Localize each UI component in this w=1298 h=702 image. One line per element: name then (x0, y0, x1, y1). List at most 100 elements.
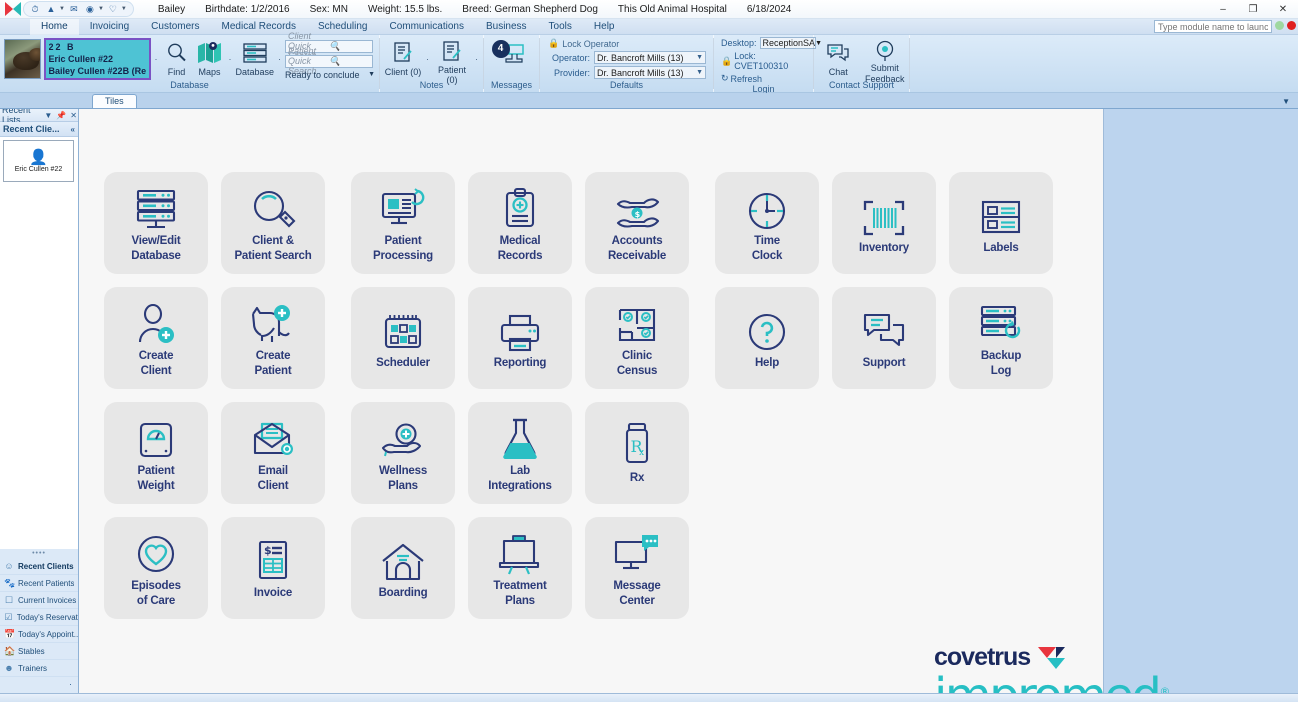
tile-patient-weight[interactable]: Patient Weight (104, 402, 208, 504)
tile-time-clock[interactable]: Time Clock (715, 172, 819, 274)
status-dropdown[interactable]: Ready to conclude ▼ (285, 70, 375, 80)
tile-support[interactable]: Support (832, 287, 936, 389)
dock-nav-todays-reservations[interactable]: ☑ Today's Reservati... (0, 609, 78, 626)
find-button[interactable]: Find (162, 38, 192, 80)
tile-lab-integrations[interactable]: Lab Integrations (468, 402, 572, 504)
operator-chevron-down-icon[interactable]: ▼ (696, 54, 703, 61)
dock-nav-trainers[interactable]: ☻ Trainers (0, 660, 78, 677)
tile-scheduler[interactable]: Scheduler (351, 287, 455, 389)
module-launch-input[interactable] (1154, 20, 1272, 33)
pill-icon[interactable]: ◉ (83, 2, 97, 16)
database-button[interactable]: Database (235, 38, 274, 80)
favorite-icon[interactable]: ♡ (106, 2, 120, 16)
dock-nav-current-invoices[interactable]: ☐ Current Invoices (0, 592, 78, 609)
messages-button[interactable]: 4 (489, 38, 535, 80)
lock-operator-label: Lock Operator (562, 38, 620, 49)
tile-medical-records[interactable]: Medical Records (468, 172, 572, 274)
menu-item-help[interactable]: Help (583, 19, 626, 35)
quick-access-toolbar[interactable]: ⏱ ▲ ▼ ✉ ◉ ▼ ♡ ▼ (23, 1, 134, 17)
tile-boarding[interactable]: Boarding (351, 517, 455, 619)
tile-rx[interactable]: R x Rx (585, 402, 689, 504)
maps-button[interactable]: Maps (195, 38, 225, 80)
tile-label-line1: Help (754, 356, 780, 369)
dock-chevron-down-icon[interactable]: ▼ (43, 111, 53, 120)
list-item[interactable]: 👤 Eric Cullen #22 (3, 140, 74, 182)
dock-nav-todays-appointments[interactable]: 📅 Today's Appoint... (0, 626, 78, 643)
menu-item-home[interactable]: Home (30, 18, 79, 35)
print-icon[interactable]: ▲ (44, 2, 58, 16)
client-person-icon: 👤 (29, 148, 48, 166)
barcode-icon (861, 190, 907, 240)
separator-dot-icon: · (154, 53, 158, 64)
menu-item-invoicing[interactable]: Invoicing (79, 19, 140, 35)
menu-item-tools[interactable]: Tools (538, 19, 583, 35)
tile-group-a: View/Edit Database Client & Patient Sear… (104, 172, 325, 619)
tile-treatment-plans[interactable]: Treatment Plans (468, 517, 572, 619)
provider-select[interactable]: Dr. Bancroft Mills (13) ▼ (594, 66, 706, 79)
patient-search-magnifier-icon[interactable]: 🔍 (329, 56, 370, 67)
tile-row: Time Clock Inventory Labels (715, 172, 1053, 274)
close-button[interactable]: ✕ (1268, 0, 1298, 19)
menu-item-customers[interactable]: Customers (140, 19, 210, 35)
print-caret-icon[interactable]: ▼ (59, 6, 65, 12)
tile-labels[interactable]: Labels (949, 172, 1053, 274)
tile-clinic-census[interactable]: Clinic Census (585, 287, 689, 389)
lock-operator-toggle[interactable]: 🔒 Lock Operator (548, 38, 619, 49)
dock-nav-stables[interactable]: 🏠 Stables (0, 643, 78, 660)
email-icon[interactable]: ✉ (67, 2, 81, 16)
tile-help[interactable]: Help (715, 287, 819, 389)
dock-close-icon[interactable]: ✕ (69, 111, 78, 120)
pill-caret-icon[interactable]: ▼ (98, 6, 104, 12)
tile-reporting[interactable]: Reporting (468, 287, 572, 389)
active-client-card[interactable]: 22 B Eric Cullen #22 Bailey Cullen #22B … (43, 37, 151, 80)
dock-pin-icon[interactable]: 📌 (55, 111, 67, 120)
tile-label-line1: Patient (384, 235, 422, 247)
tile-create-patient[interactable]: Create Patient (221, 287, 325, 389)
separator-dot-icon-2: · (228, 53, 232, 64)
provider-chevron-down-icon[interactable]: ▼ (696, 69, 703, 76)
dock-resize-grip[interactable]: •••• (0, 549, 78, 558)
current-date: 6/18/2024 (746, 3, 792, 15)
maximize-button[interactable]: ❐ (1238, 0, 1268, 19)
tile-invoice[interactable]: $ Invoice (221, 517, 325, 619)
tile-patient-processing[interactable]: Patient Processing (351, 172, 455, 274)
operator-select[interactable]: Dr. Bancroft Mills (13) ▼ (594, 51, 706, 64)
submit-feedback-button[interactable]: Submit Feedback (865, 38, 906, 84)
tile-inventory[interactable]: Inventory (832, 172, 936, 274)
client-notes-button[interactable]: Client (0) (384, 38, 422, 80)
status-caret-icon[interactable]: ▼ (368, 71, 375, 78)
client-search-magnifier-icon[interactable]: 🔍 (329, 41, 370, 52)
minimize-button[interactable]: – (1208, 0, 1238, 19)
dock-nav-recent-patients[interactable]: 🐾 Recent Patients (0, 575, 78, 592)
tile-backup-log[interactable]: Backup Log (949, 287, 1053, 389)
menu-item-business[interactable]: Business (475, 19, 538, 35)
tile-episodes-of-care[interactable]: Episodes of Care (104, 517, 208, 619)
tile-label-line1: Create (255, 350, 291, 362)
refresh-button[interactable]: ↻ Refresh (721, 73, 762, 84)
tile-create-client[interactable]: Create Client (104, 287, 208, 389)
dock-more-button[interactable]: · (0, 677, 78, 691)
tab-tiles[interactable]: Tiles (92, 94, 137, 108)
patient-info-strip: Bailey Birthdate: 1/2/2016 Sex: MN Weigh… (158, 4, 792, 15)
tile-wellness-plans[interactable]: Wellness Plans (351, 402, 455, 504)
lock-station-button[interactable]: 🔒 Lock: CVET100310 (721, 51, 809, 71)
tabstrip-chevron-down-icon[interactable]: ▼ (1282, 97, 1290, 106)
history-icon[interactable]: ⏱ (28, 2, 42, 16)
tile-client-patient-search[interactable]: Client & Patient Search (221, 172, 325, 274)
tile-email-client[interactable]: Email Client (221, 402, 325, 504)
dock-nav-recent-clients[interactable]: ☺ Recent Clients (0, 558, 78, 575)
dock-collapse-icon[interactable]: « (71, 125, 78, 134)
tile-view-edit-database[interactable]: View/Edit Database (104, 172, 208, 274)
tile-message-center[interactable]: Message Center (585, 517, 689, 619)
hand-plus-icon (378, 413, 428, 463)
feedback-pin-icon (874, 40, 896, 62)
patient-photo[interactable] (4, 38, 41, 79)
desktop-select[interactable]: ReceptionSA ▼ (759, 37, 822, 49)
tile-accounts-receivable[interactable]: $ Accounts Receivable (585, 172, 689, 274)
chat-button[interactable]: Chat (818, 38, 859, 80)
favorite-caret-icon[interactable]: ▼ (121, 6, 127, 12)
patient-quick-search-input[interactable]: Patient Quick Search 🔍 (285, 46, 373, 76)
patient-notes-button[interactable]: Patient (0) (433, 38, 471, 85)
database-server-icon (132, 183, 180, 233)
menu-item-communications[interactable]: Communications (378, 19, 474, 35)
